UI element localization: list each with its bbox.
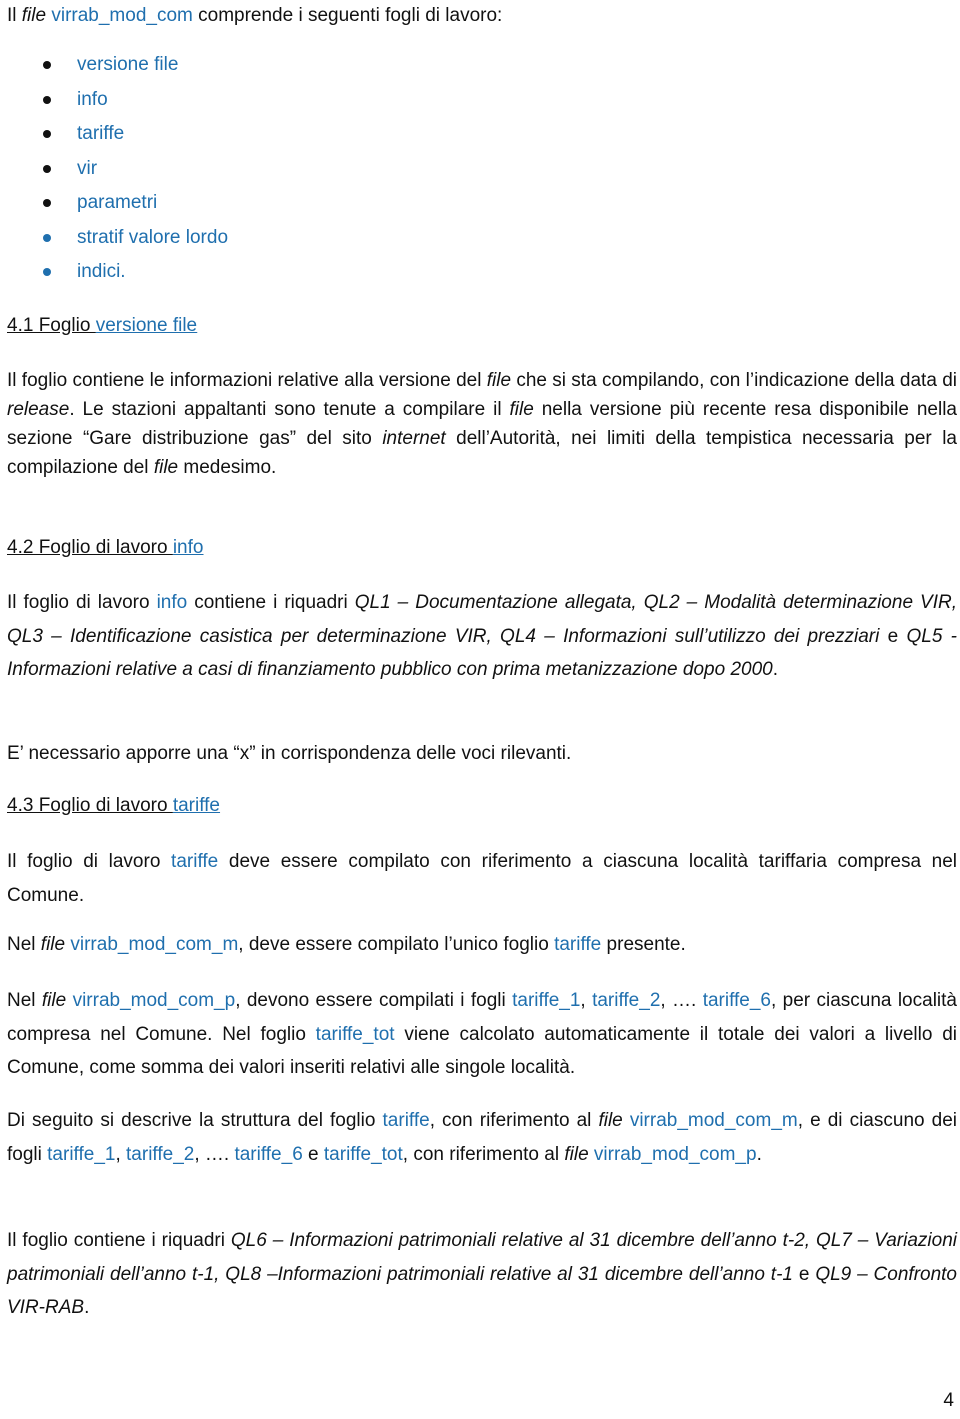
sheet-link[interactable]: tariffe [383, 1110, 430, 1131]
section-heading-4-2: 4.2 Foglio di lavoro info [7, 537, 204, 558]
list-item[interactable]: versione file [7, 48, 228, 83]
list-item[interactable]: stratif valore lordo [7, 221, 228, 256]
file-link[interactable]: virrab_mod_com_p [73, 990, 236, 1011]
sheet-list: versione file info tariffe vir parametri… [7, 48, 228, 290]
section-4-3-paragraph-1: Il foglio di lavoro tariffe deve essere … [7, 851, 958, 906]
sheet-link[interactable]: tariffe_1 [512, 990, 580, 1011]
section-4-2-note: E’ necessario apporre una “x” in corrisp… [7, 743, 572, 764]
list-item[interactable]: vir [7, 152, 228, 187]
sheet-link[interactable]: tariffe_2 [592, 990, 660, 1011]
file-link[interactable]: virrab_mod_com_m [70, 934, 238, 955]
section-4-3-paragraph-2: Nel file virrab_mod_com_m, deve essere c… [7, 934, 686, 955]
bullet-icon [43, 130, 51, 138]
section-heading-4-1: 4.1 Foglio versione file [7, 315, 198, 336]
section-4-3-paragraph-3: Nel file virrab_mod_com_p, devono essere… [7, 990, 957, 1078]
heading-link-tariffe[interactable]: tariffe [173, 795, 220, 816]
bullet-icon [43, 268, 51, 276]
section-heading-4-3: 4.3 Foglio di lavoro tariffe [7, 795, 221, 816]
heading-link-versione-file[interactable]: versione file [96, 315, 197, 336]
list-item[interactable]: tariffe [7, 117, 228, 152]
sheet-link[interactable]: tariffe [554, 934, 601, 955]
section-4-3-paragraph-4: Di seguito si descrive la struttura del … [7, 1110, 957, 1165]
bullet-icon [43, 233, 51, 242]
file-link[interactable]: virrab_mod_com_m [630, 1110, 798, 1131]
section-4-2-paragraph: Il foglio di lavoro info contiene i riqu… [7, 592, 957, 680]
heading-link-info[interactable]: info [173, 537, 204, 558]
page-number: 4 [943, 1390, 954, 1411]
intro-paragraph: Il file virrab_mod_com comprende i segue… [7, 5, 503, 26]
file-name-link[interactable]: virrab_mod_com [51, 5, 193, 26]
bullet-icon [43, 61, 51, 69]
sheet-link[interactable]: tariffe_tot [324, 1144, 403, 1165]
tariffe-link[interactable]: tariffe [171, 851, 218, 872]
sheet-link[interactable]: tariffe_1 [47, 1144, 115, 1165]
section-4-1-paragraph: Il foglio contiene le informazioni relat… [7, 370, 957, 478]
file-link[interactable]: virrab_mod_com_p [594, 1144, 757, 1165]
list-item[interactable]: indici. [7, 255, 228, 290]
list-item[interactable]: info [7, 83, 228, 118]
list-item[interactable]: parametri [7, 186, 228, 221]
sheet-link[interactable]: tariffe_tot [316, 1024, 395, 1045]
bullet-icon [43, 164, 51, 173]
sheet-link[interactable]: tariffe_2 [126, 1144, 194, 1165]
sheet-link[interactable]: tariffe_6 [703, 990, 771, 1011]
info-link[interactable]: info [157, 592, 188, 613]
sheet-link[interactable]: tariffe_6 [234, 1144, 302, 1165]
section-4-3-paragraph-5: Il foglio contiene i riquadri QL6 – Info… [7, 1230, 958, 1318]
bullet-icon [43, 199, 51, 207]
bullet-icon [43, 95, 51, 104]
